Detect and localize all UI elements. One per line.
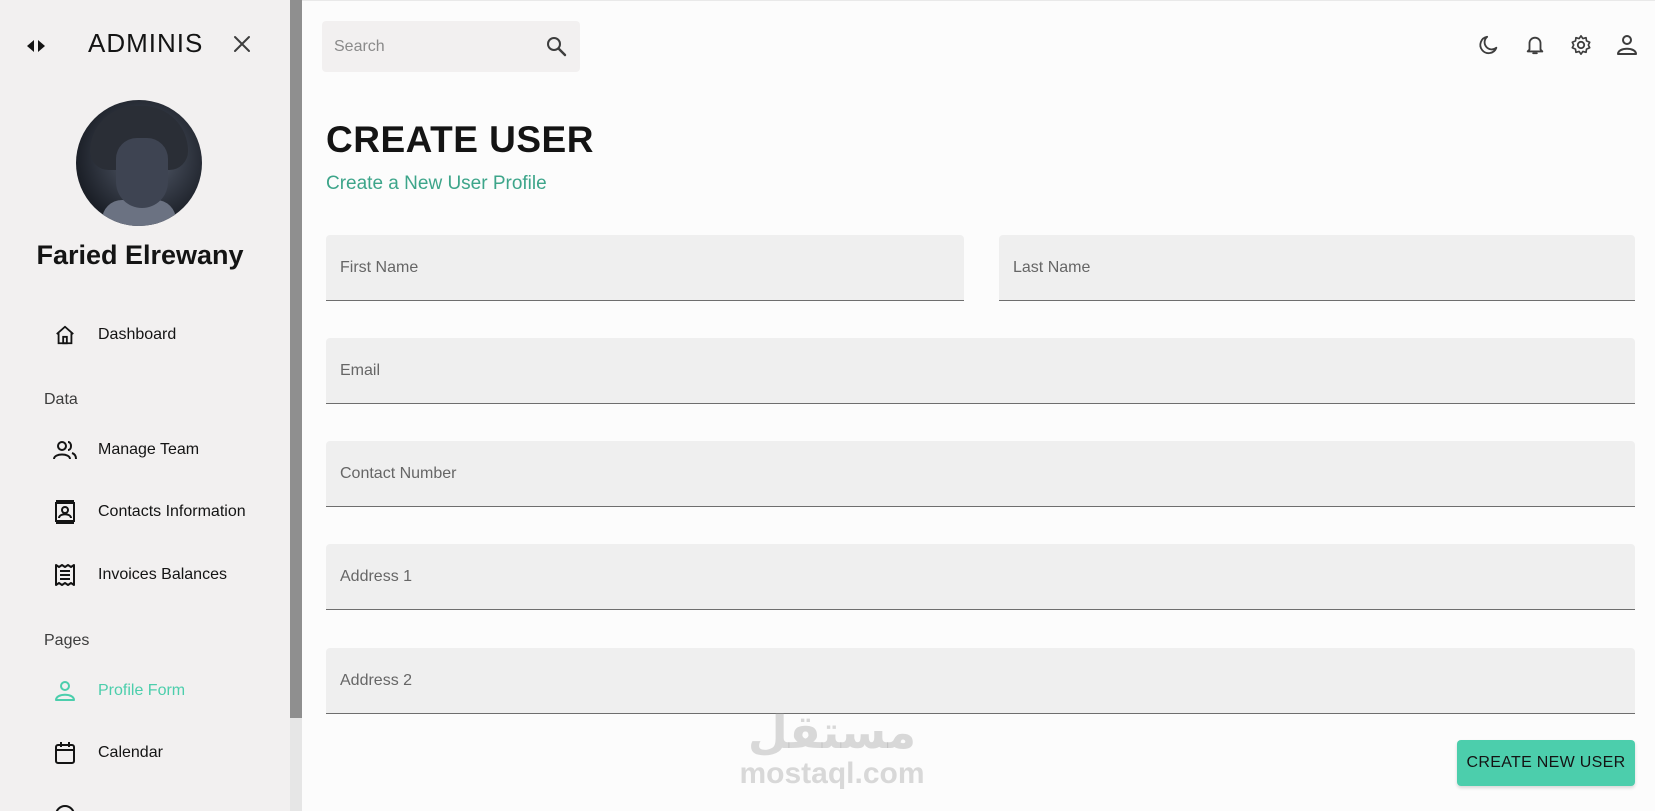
sidebar-item-profile-form[interactable]: Profile Form (52, 673, 185, 709)
sidebar: ADMINIS Faried Elrewany Dashboard Data M… (0, 0, 290, 811)
sidebar-item-label: Invoices Balances (98, 566, 227, 583)
avatar (76, 100, 202, 226)
sidebar-item-manage-team[interactable]: Manage Team (52, 432, 199, 468)
sidebar-item-label: Dashboard (98, 326, 177, 343)
sidebar-scrollbar-thumb[interactable] (290, 0, 302, 718)
dark-mode-toggle[interactable] (1477, 33, 1501, 57)
watermark-arabic: مستقل (747, 705, 917, 759)
nav-section-pages: Pages (44, 632, 90, 649)
sidebar-item-label: Calendar (98, 744, 163, 761)
last-name-field (999, 235, 1635, 301)
sidebar-close-button[interactable] (230, 32, 254, 56)
person-icon (52, 678, 78, 704)
sidebar-collapse-toggle[interactable] (24, 34, 48, 58)
contact-number-field (326, 441, 1635, 507)
topbar-icons (1477, 33, 1639, 57)
contact-card-icon (52, 499, 78, 525)
home-icon (52, 322, 78, 348)
bell-icon (1526, 36, 1544, 55)
sidebar-item-dashboard[interactable]: Dashboard (52, 317, 176, 353)
receipt-icon (52, 562, 78, 588)
gear-icon (1571, 35, 1591, 55)
sidebar-item-calendar[interactable]: Calendar (52, 735, 163, 771)
first-name-input[interactable] (326, 235, 964, 300)
email-field (326, 338, 1635, 404)
address2-field (326, 648, 1635, 714)
user-name: Faried Elrewany (36, 240, 244, 270)
arrows-left-right-icon (27, 40, 45, 52)
search-box (322, 21, 580, 72)
person-icon (1617, 35, 1637, 55)
notifications-button[interactable] (1523, 33, 1547, 57)
main-content: CREATE USER Create a New User Profile مس… (302, 0, 1655, 811)
watermark: مستقل mostaql.com (727, 707, 937, 791)
address2-input[interactable] (326, 648, 1635, 713)
sidebar-item-label: Profile Form (98, 682, 186, 699)
brand-title: ADMINIS (88, 28, 204, 58)
search-input[interactable] (334, 21, 534, 72)
moon-icon (1479, 35, 1498, 54)
first-name-field (326, 235, 964, 301)
search-icon[interactable] (544, 34, 568, 58)
nav-section-data: Data (44, 391, 78, 408)
sidebar-item-label: Contacts Information (98, 503, 246, 520)
email-input[interactable] (326, 338, 1635, 403)
sidebar-item-contacts[interactable]: Contacts Information (52, 494, 246, 530)
settings-button[interactable] (1569, 33, 1593, 57)
page-title: CREATE USER (326, 119, 594, 160)
sidebar-item-invoices[interactable]: Invoices Balances (52, 557, 227, 593)
watermark-latin: mostaql.com (739, 757, 925, 790)
create-new-user-button[interactable]: CREATE NEW USER (1457, 740, 1635, 786)
sidebar-header: ADMINIS (0, 24, 290, 64)
close-icon (234, 36, 250, 52)
people-icon (52, 437, 78, 463)
help-circle-icon (52, 802, 78, 811)
sidebar-scrollbar[interactable] (290, 0, 302, 811)
sidebar-item-partial[interactable] (52, 797, 98, 811)
sidebar-item-label: Manage Team (98, 441, 200, 458)
profile-button[interactable] (1615, 33, 1639, 57)
app-root: ADMINIS Faried Elrewany Dashboard Data M… (0, 0, 1655, 811)
contact-number-input[interactable] (326, 441, 1635, 506)
address1-input[interactable] (326, 544, 1635, 609)
calendar-icon (52, 740, 78, 766)
address1-field (326, 544, 1635, 610)
last-name-input[interactable] (999, 235, 1635, 300)
page-subtitle: Create a New User Profile (326, 173, 547, 194)
